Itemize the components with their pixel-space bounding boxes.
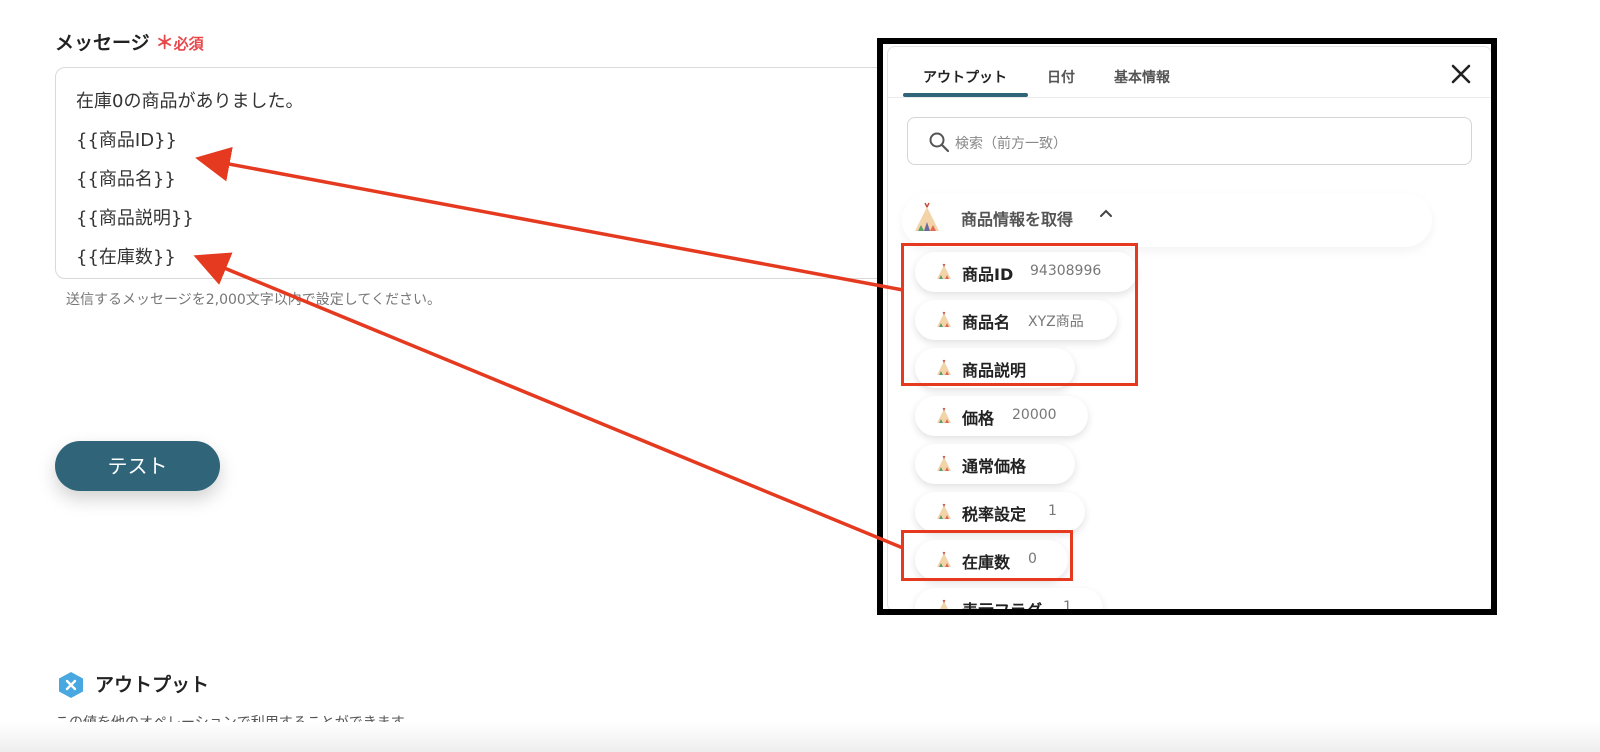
annotation-arrows	[193, 146, 904, 550]
arrow-stock-field	[193, 252, 904, 550]
arrow-product-fields	[195, 146, 904, 292]
